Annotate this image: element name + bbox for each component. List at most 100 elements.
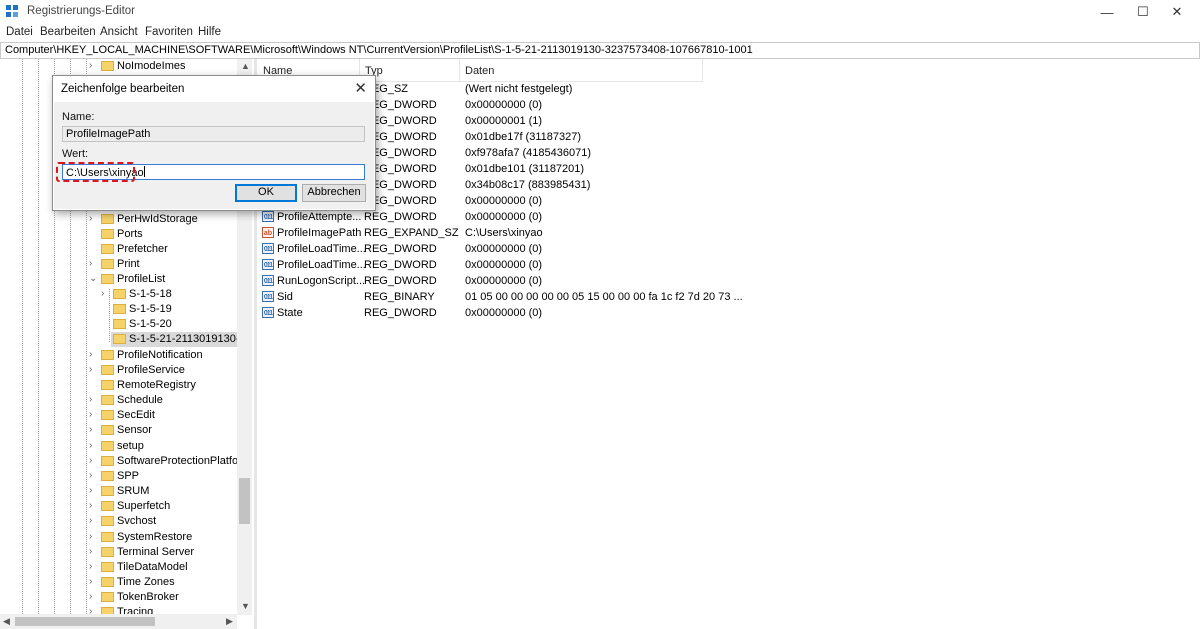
chevron-right-icon[interactable]: ›	[89, 576, 92, 587]
tree-item[interactable]: › Superfetch	[0, 499, 240, 514]
binary-value-icon: 011	[262, 211, 274, 222]
value-data: 0x00000000 (0)	[465, 259, 543, 271]
value-name: RunLogonScript...	[277, 275, 366, 287]
menu-datei[interactable]: Datei	[6, 26, 33, 38]
value-row[interactable]: 011 RunLogonScript... REG_DWORD 0x00000000 …	[258, 273, 858, 289]
tree-item[interactable]: S-1-5-19	[0, 302, 240, 317]
tree-item[interactable]: › setup	[0, 439, 240, 454]
chevron-right-icon[interactable]: ›	[89, 440, 92, 451]
tree-item[interactable]: S-1-5-20	[0, 317, 240, 332]
tree-hscroll-thumb[interactable]	[15, 617, 155, 626]
chevron-right-icon[interactable]: ›	[89, 424, 92, 435]
value-data: 0x34b08c17 (883985431)	[465, 179, 591, 191]
close-window-button[interactable]: ✕	[1154, 0, 1200, 24]
folder-icon	[101, 516, 114, 526]
column-separator[interactable]	[702, 59, 703, 81]
menu-hilfe[interactable]: Hilfe	[198, 26, 221, 38]
address-bar[interactable]: Computer\HKEY_LOCAL_MACHINE\SOFTWARE\Mic…	[0, 42, 1200, 59]
tree-item[interactable]: › Schedule	[0, 393, 240, 408]
value-row[interactable]: 011 ProfileLoadTime... REG_DWORD 0x00000000…	[258, 257, 858, 273]
tree-item[interactable]: › ProfileService	[0, 363, 240, 378]
tree-item[interactable]: › SRUM	[0, 484, 240, 499]
tree-item[interactable]: › Print	[0, 257, 240, 272]
column-data-header[interactable]: Daten	[465, 65, 494, 77]
scroll-down-icon[interactable]: ▼	[241, 601, 250, 611]
ok-button[interactable]: OK	[235, 184, 297, 202]
tree-item[interactable]: Prefetcher	[0, 242, 240, 257]
chevron-right-icon[interactable]: ›	[89, 546, 92, 557]
tree-scroll-thumb[interactable]	[239, 478, 250, 524]
tree-item[interactable]: Ports	[0, 227, 240, 242]
tree-item[interactable]: › SystemRestore	[0, 530, 240, 545]
tree-item[interactable]: › Sensor	[0, 423, 240, 438]
value-name: ProfileLoadTime...	[277, 259, 366, 271]
chevron-right-icon[interactable]: ›	[89, 409, 92, 420]
value-row[interactable]: 011 State REG_DWORD 0x00000000 (0)	[258, 305, 858, 321]
scroll-left-icon[interactable]: ◀	[3, 616, 10, 627]
chevron-right-icon[interactable]: ›	[89, 60, 92, 71]
value-row[interactable]: 011 ProfileLoadTime... REG_DWORD 0x00000000…	[258, 241, 858, 257]
tree-item[interactable]: › NoImodeImes	[0, 59, 240, 74]
chevron-right-icon[interactable]: ›	[89, 364, 92, 375]
value-row[interactable]: ab ProfileImagePath REG_EXPAND_SZ C:\Users\…	[258, 225, 858, 241]
tree-item[interactable]: › Svchost	[0, 514, 240, 529]
chevron-right-icon[interactable]: ›	[89, 500, 92, 511]
value-type: REG_DWORD	[364, 243, 437, 255]
scroll-right-icon[interactable]: ▶	[226, 616, 233, 627]
chevron-right-icon[interactable]: ›	[89, 258, 92, 269]
chevron-right-icon[interactable]: ›	[89, 591, 92, 602]
dialog-close-button[interactable]: ✕	[354, 79, 367, 97]
tree-item[interactable]: RemoteRegistry	[0, 378, 240, 393]
tree-item-label: SRUM	[117, 485, 150, 497]
tree-item[interactable]: › Tracing	[0, 605, 240, 614]
tree-item[interactable]: ⌄ ProfileList	[0, 272, 240, 287]
tree-horizontal-scrollbar[interactable]: ◀ ▶	[0, 614, 237, 629]
value-data: 01 05 00 00 00 00 00 05 15 00 00 00 fa 1…	[465, 291, 743, 303]
tree-item-label: Terminal Server	[117, 546, 195, 558]
tree-item[interactable]: › ProfileNotification	[0, 348, 240, 363]
chevron-right-icon[interactable]: ›	[89, 485, 92, 496]
value-type: REG_DWORD	[364, 259, 437, 271]
value-data: 0x00000001 (1)	[465, 115, 543, 127]
chevron-right-icon[interactable]: ›	[89, 515, 92, 526]
chevron-right-icon[interactable]: ›	[89, 470, 92, 481]
chevron-right-icon[interactable]: ›	[89, 213, 92, 224]
tree-item[interactable]: S-1-5-21-2113019130-32	[111, 332, 252, 347]
tree-item-label: S-1-5-18	[129, 288, 172, 300]
chevron-right-icon[interactable]: ›	[101, 288, 104, 299]
tree-item[interactable]: › TokenBroker	[0, 590, 240, 605]
value-data: 0x01dbe101 (31187201)	[465, 163, 585, 175]
chevron-right-icon[interactable]: ›	[89, 394, 92, 405]
chevron-right-icon[interactable]: ›	[89, 561, 92, 572]
value-row[interactable]: 011 Sid REG_BINARY 01 05 00 00 00 00 00 05 …	[258, 289, 858, 305]
chevron-right-icon[interactable]: ›	[89, 606, 92, 614]
value-data: (Wert nicht festgelegt)	[465, 83, 573, 95]
chevron-down-icon[interactable]: ⌄	[89, 273, 97, 284]
tree-item-label: Svchost	[117, 515, 157, 527]
tree-item[interactable]: › SecEdit	[0, 408, 240, 423]
tree-item-label: Sensor	[117, 424, 152, 436]
menu-favoriten[interactable]: Favoriten	[145, 26, 193, 38]
chevron-right-icon[interactable]: ›	[89, 455, 92, 466]
tree-item[interactable]: › SoftwareProtectionPlatform	[0, 454, 251, 469]
menu-ansicht[interactable]: Ansicht	[100, 26, 138, 38]
tree-item-label: setup	[117, 440, 144, 452]
tree-item-label: S-1-5-19	[129, 303, 172, 315]
folder-icon	[101, 244, 114, 254]
column-separator[interactable]	[459, 59, 460, 81]
chevron-right-icon[interactable]: ›	[89, 349, 92, 360]
folder-icon	[101, 441, 114, 451]
chevron-right-icon[interactable]: ›	[89, 531, 92, 542]
scroll-up-icon[interactable]: ▲	[241, 61, 250, 71]
value-row[interactable]: 011 ProfileAttempte... REG_DWORD 0x00000000…	[258, 209, 858, 225]
tree-item[interactable]: › SPP	[0, 469, 240, 484]
menu-bearbeiten[interactable]: Bearbeiten	[40, 26, 96, 38]
tree-item[interactable]: › S-1-5-18	[0, 287, 240, 302]
tree-item[interactable]: › Terminal Server	[0, 545, 240, 560]
cancel-button[interactable]: Abbrechen	[302, 184, 366, 202]
tree-item[interactable]: › PerHwIdStorage	[0, 212, 240, 227]
tree-item-label: PerHwIdStorage	[117, 213, 198, 225]
tree-item[interactable]: › Time Zones	[0, 575, 240, 590]
tree-item[interactable]: › TileDataModel	[0, 560, 240, 575]
name-label: Name:	[62, 111, 95, 123]
